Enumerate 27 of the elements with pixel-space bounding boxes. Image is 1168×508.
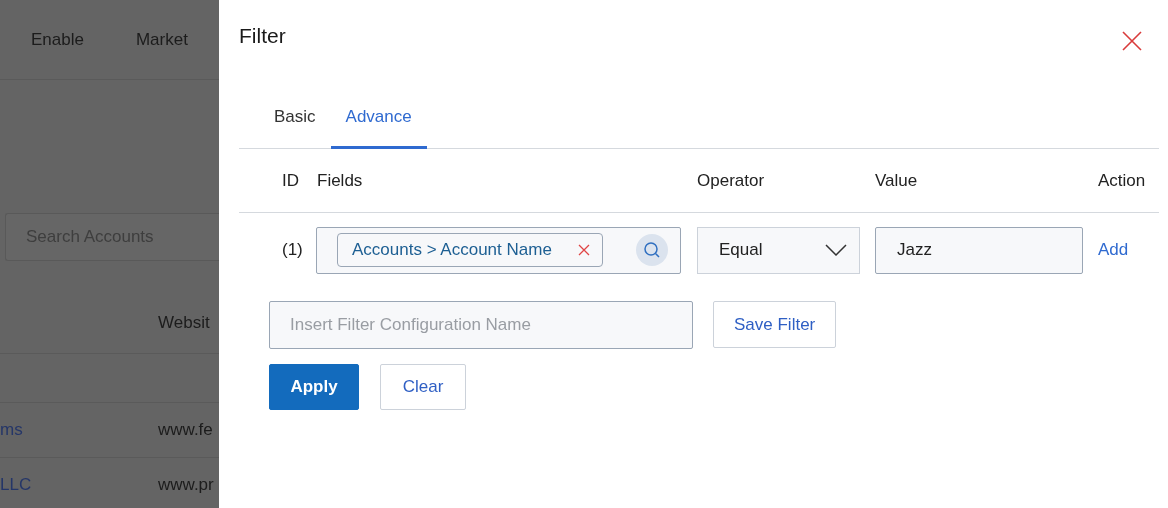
apply-button[interactable]: Apply xyxy=(269,364,359,410)
chevron-down-icon xyxy=(825,244,847,256)
column-header: Value xyxy=(875,170,919,191)
column-header: Action xyxy=(1098,170,1147,191)
column-header: ID xyxy=(281,170,300,191)
close-icon[interactable] xyxy=(1122,31,1142,51)
column-header: Operator xyxy=(697,170,766,191)
clear-button[interactable]: Clear xyxy=(380,364,466,410)
nav-link[interactable]: Market xyxy=(135,30,188,79)
table-cell-text: www.pr xyxy=(158,475,215,495)
remove-icon[interactable] xyxy=(577,244,590,256)
save-filter-button[interactable]: Save Filter xyxy=(713,301,837,348)
tab[interactable]: Basic xyxy=(259,107,331,149)
tab[interactable]: Advance xyxy=(330,107,427,149)
configuration-name-input[interactable]: Insert Filter Configuration Name xyxy=(269,301,693,349)
table-cell-text: www.fe xyxy=(158,420,214,440)
field-tag: Accounts > Account Name xyxy=(337,233,603,267)
add-link[interactable]: Add xyxy=(1098,240,1159,260)
row-id: (1) xyxy=(281,240,304,260)
search-icon[interactable] xyxy=(636,234,668,266)
column-header: Fields xyxy=(317,170,364,191)
fields-input[interactable]: Accounts > Account Name xyxy=(316,226,681,274)
drawer-title: Filter xyxy=(239,24,286,48)
value-input[interactable]: Jazz xyxy=(875,226,1083,274)
column-header: Websit xyxy=(158,313,211,333)
nav-link[interactable]: Enable xyxy=(31,30,84,79)
operator-select[interactable]: Equal xyxy=(697,226,860,274)
